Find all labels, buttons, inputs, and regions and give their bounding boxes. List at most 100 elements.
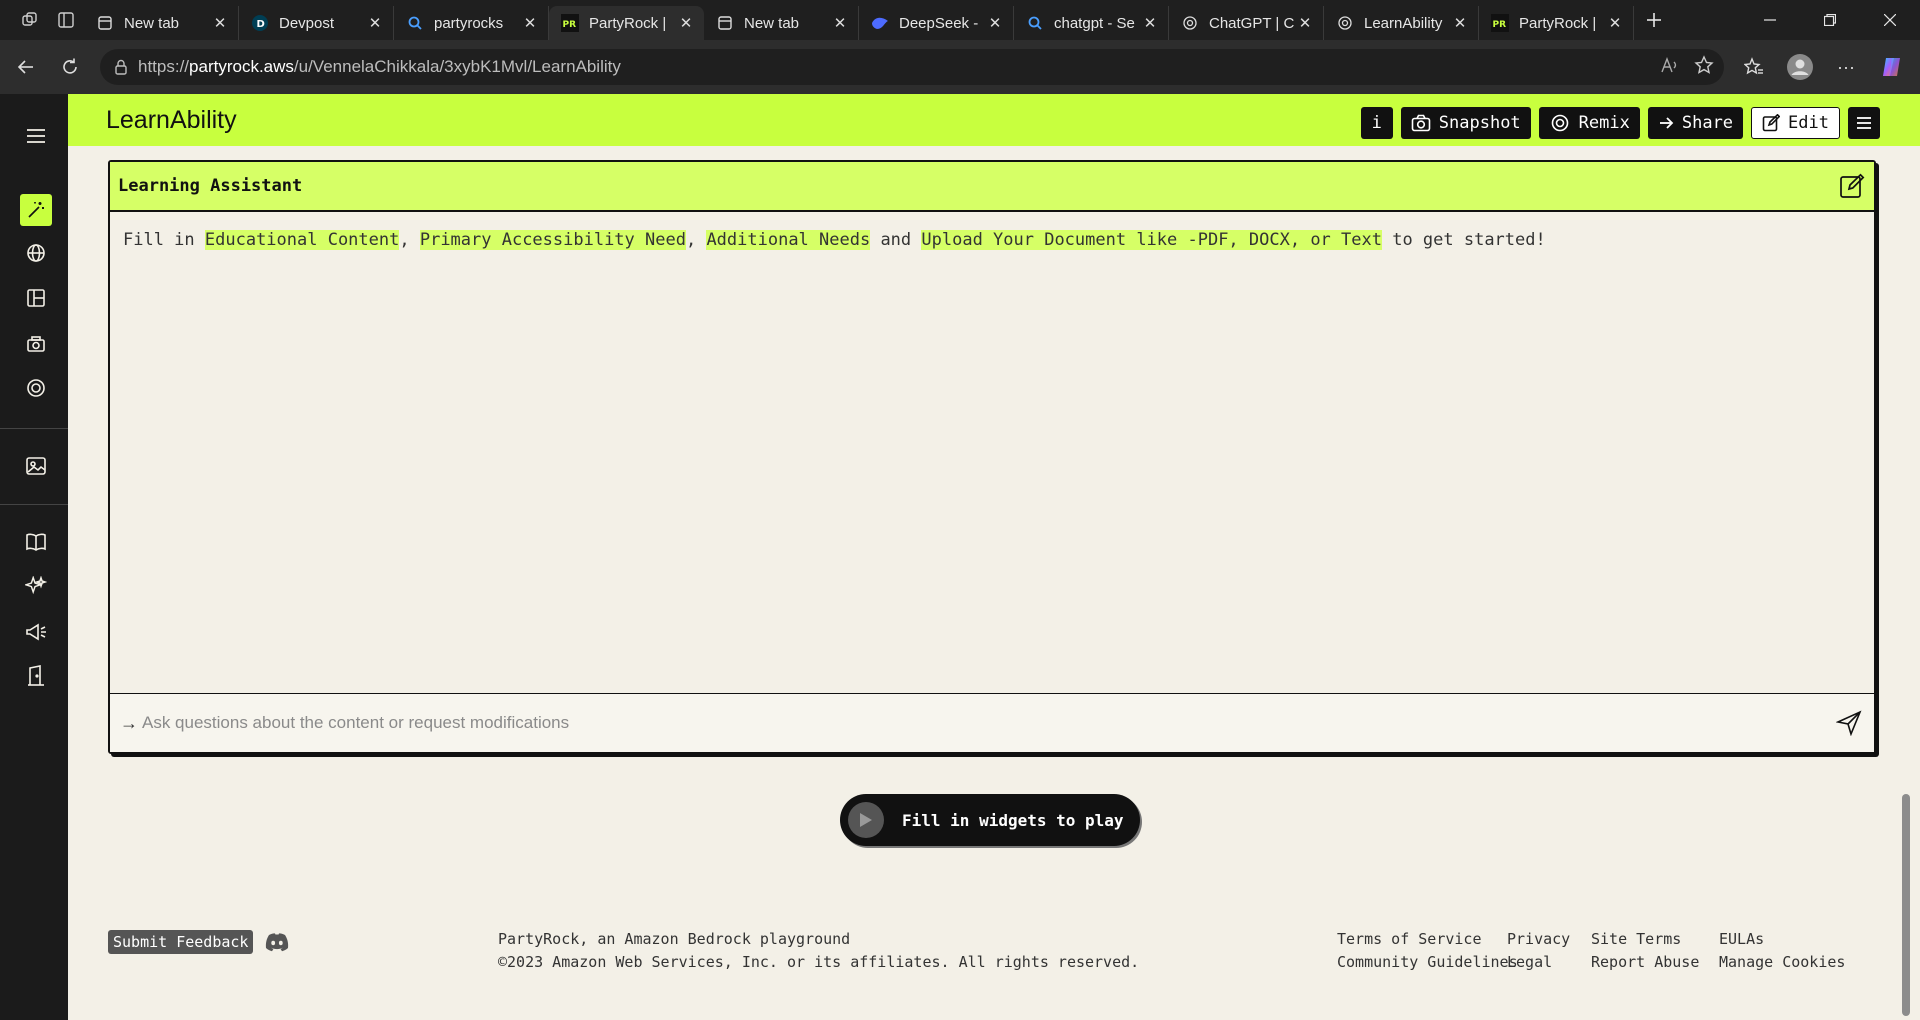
output-text: , bbox=[399, 230, 420, 250]
search-icon bbox=[1026, 14, 1044, 32]
address-bar[interactable]: https://partyrock.aws/u/VennelaChikkala/… bbox=[100, 49, 1724, 85]
arrow-right-icon: → bbox=[120, 712, 138, 733]
submit-feedback-button[interactable]: Submit Feedback bbox=[108, 930, 254, 954]
back-button[interactable] bbox=[4, 47, 48, 87]
app-actions: i Snapshot Remix Share Edit bbox=[1360, 107, 1880, 139]
discord-icon[interactable] bbox=[264, 932, 290, 954]
close-icon[interactable]: ✕ bbox=[365, 13, 385, 33]
app-main: LearnAbility i Snapshot Remix Share Edit bbox=[68, 94, 1920, 1020]
guide-book-icon[interactable] bbox=[20, 526, 52, 558]
close-icon[interactable]: ✕ bbox=[1450, 13, 1470, 33]
close-icon[interactable]: ✕ bbox=[830, 13, 850, 33]
hamburger-icon bbox=[1856, 116, 1872, 130]
sign-out-door-icon[interactable] bbox=[20, 660, 52, 692]
globe-icon[interactable] bbox=[20, 237, 52, 269]
url-host: partyrock.aws bbox=[189, 57, 294, 76]
app-sidebar bbox=[0, 94, 68, 1020]
favorite-star-icon[interactable] bbox=[1694, 54, 1714, 80]
tab-chatgpt-search[interactable]: chatgpt - Se ✕ bbox=[1014, 6, 1169, 40]
url-path: /u/VennelaChikkala/3xybK1Mvl/LearnAbilit… bbox=[293, 57, 621, 76]
close-icon[interactable]: ✕ bbox=[1140, 13, 1160, 33]
privacy-link[interactable]: Privacy bbox=[1507, 930, 1570, 948]
menu-icon[interactable] bbox=[20, 120, 52, 152]
browser-tab-bar: New tab ✕ D Devpost ✕ partyrocks ✕ PR Pa… bbox=[0, 0, 1920, 40]
partyrock-icon: PR bbox=[1491, 14, 1509, 32]
play-button[interactable]: Fill in widgets to play bbox=[840, 794, 1140, 846]
lock-icon bbox=[114, 59, 128, 75]
site-terms-link[interactable]: Site Terms bbox=[1591, 930, 1681, 948]
manage-cookies-link[interactable]: Manage Cookies bbox=[1719, 953, 1845, 971]
sparkles-icon[interactable] bbox=[20, 571, 52, 603]
report-abuse-link[interactable]: Report Abuse bbox=[1591, 953, 1699, 971]
community-guidelines-link[interactable]: Community Guidelines bbox=[1337, 953, 1518, 971]
devpost-icon: D bbox=[251, 14, 269, 32]
close-icon[interactable]: ✕ bbox=[676, 13, 696, 33]
camera-icon bbox=[1411, 114, 1431, 132]
send-icon[interactable] bbox=[1834, 708, 1864, 738]
share-button[interactable]: Share bbox=[1647, 107, 1744, 139]
tab-new-tab-2[interactable]: New tab ✕ bbox=[704, 6, 859, 40]
learning-assistant-widget: Learning Assistant Fill in Educational C… bbox=[108, 160, 1876, 754]
snapshot-label: Snapshot bbox=[1438, 113, 1521, 133]
profile-avatar[interactable] bbox=[1780, 47, 1820, 87]
openai-icon bbox=[1336, 14, 1354, 32]
close-window-icon[interactable] bbox=[1860, 0, 1920, 40]
close-icon[interactable]: ✕ bbox=[985, 13, 1005, 33]
output-text: , bbox=[685, 230, 707, 250]
eulas-link[interactable]: EULAs bbox=[1719, 930, 1764, 948]
legal-link[interactable]: Legal bbox=[1507, 953, 1552, 971]
app-menu-button[interactable] bbox=[1848, 107, 1880, 139]
restore-icon[interactable] bbox=[1800, 0, 1860, 40]
info-label: i bbox=[1371, 113, 1382, 133]
edit-button[interactable]: Edit bbox=[1751, 107, 1840, 139]
app-title: LearnAbility bbox=[106, 106, 237, 134]
arrow-right-icon bbox=[1658, 115, 1674, 131]
close-icon[interactable]: ✕ bbox=[520, 13, 540, 33]
snapshot-camera-icon[interactable] bbox=[20, 328, 52, 360]
tab-title: ChatGPT | C bbox=[1209, 14, 1295, 32]
toolbar-right: ··· bbox=[1734, 40, 1920, 94]
minimize-icon[interactable] bbox=[1740, 0, 1800, 40]
read-aloud-icon[interactable] bbox=[1660, 56, 1680, 79]
tab-title: PartyRock | bbox=[589, 14, 667, 32]
more-options-icon[interactable]: ··· bbox=[1826, 47, 1866, 87]
svg-text:PR: PR bbox=[563, 20, 577, 30]
search-icon bbox=[406, 14, 424, 32]
tab-chatgpt[interactable]: ChatGPT | C ✕ bbox=[1169, 6, 1324, 40]
tab-deepseek[interactable]: DeepSeek - ✕ bbox=[859, 6, 1014, 40]
tab-title: New tab bbox=[744, 14, 800, 32]
remix-button[interactable]: Remix bbox=[1538, 107, 1640, 139]
app-header: LearnAbility i Snapshot Remix Share Edit bbox=[68, 94, 1920, 146]
favorites-icon[interactable] bbox=[1734, 47, 1774, 87]
tab-devpost[interactable]: D Devpost ✕ bbox=[239, 6, 394, 40]
tab-partyrock-2[interactable]: PR PartyRock | ✕ bbox=[1479, 6, 1634, 40]
tab-actions-icon[interactable] bbox=[48, 0, 84, 40]
terms-of-service-link[interactable]: Terms of Service bbox=[1337, 930, 1482, 948]
widget-edit-icon[interactable] bbox=[1838, 172, 1866, 200]
close-icon[interactable]: ✕ bbox=[210, 13, 230, 33]
workspaces-icon[interactable] bbox=[12, 0, 48, 40]
copilot-icon[interactable] bbox=[1872, 47, 1912, 87]
announcements-megaphone-icon[interactable] bbox=[20, 616, 52, 648]
remix-icon bbox=[1549, 114, 1571, 132]
new-tab-button[interactable] bbox=[1634, 0, 1674, 40]
field-ref-primary-accessibility-need: Primary Accessibility Need bbox=[419, 230, 686, 250]
image-gallery-icon[interactable] bbox=[20, 450, 52, 482]
page-scrollbar[interactable] bbox=[1902, 794, 1910, 1016]
info-button[interactable]: i bbox=[1360, 107, 1393, 139]
layout-icon[interactable] bbox=[20, 282, 52, 314]
chat-input[interactable] bbox=[142, 713, 1742, 733]
tab-new-tab-1[interactable]: New tab ✕ bbox=[84, 6, 239, 40]
close-icon[interactable]: ✕ bbox=[1605, 13, 1625, 33]
tab-learnability[interactable]: LearnAbility ✕ bbox=[1324, 6, 1479, 40]
url-scheme: https:// bbox=[138, 57, 190, 76]
snapshot-button[interactable]: Snapshot bbox=[1400, 107, 1531, 139]
generate-app-wand-icon[interactable] bbox=[20, 194, 52, 226]
window-controls bbox=[1740, 0, 1920, 40]
tab-partyrocks-search[interactable]: partyrocks ✕ bbox=[394, 6, 549, 40]
close-icon[interactable]: ✕ bbox=[1295, 13, 1315, 33]
tab-partyrock-active[interactable]: PR PartyRock | ✕ bbox=[549, 6, 704, 40]
refresh-button[interactable] bbox=[48, 47, 92, 87]
tab-strip: New tab ✕ D Devpost ✕ partyrocks ✕ PR Pa… bbox=[84, 0, 1634, 40]
remix-icon[interactable] bbox=[20, 372, 52, 404]
